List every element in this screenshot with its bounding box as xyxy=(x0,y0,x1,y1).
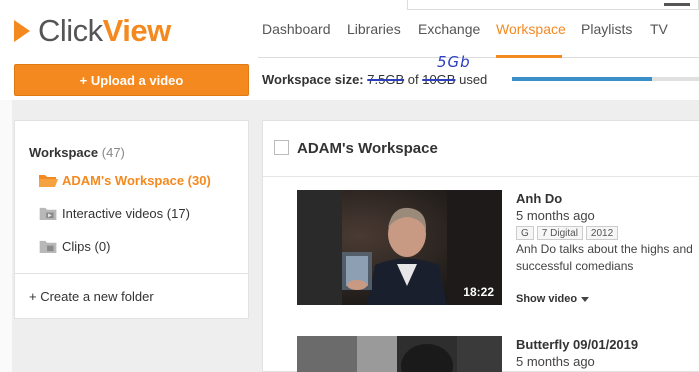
nav-exchange[interactable]: Exchange xyxy=(418,21,480,37)
sidebar-item-clips[interactable]: Clips (0) xyxy=(39,239,110,254)
workspace-size-total: 10GB xyxy=(422,72,456,87)
video-age: 5 months ago xyxy=(516,354,595,369)
create-folder-link[interactable]: + Create a new folder xyxy=(29,289,154,304)
video-description: Anh Do talks about the highs and success… xyxy=(516,242,693,273)
folder-open-icon xyxy=(39,175,58,187)
video-title[interactable]: Butterfly 09/01/2019 xyxy=(516,337,638,352)
workspace-size-used: 7.5GB xyxy=(367,72,405,87)
sidebar-count: (47) xyxy=(101,145,125,160)
tag-distributor: 7 Digital xyxy=(536,226,583,240)
workspace-size-of: of xyxy=(407,72,419,87)
logo-text-view: View xyxy=(102,13,172,48)
workspace-title: ADAM's Workspace xyxy=(297,140,438,157)
nav-dashboard[interactable]: Dashboard xyxy=(262,21,331,37)
workspace-size-label: Workspace size: xyxy=(262,72,364,87)
sidebar-title: Workspace (47) xyxy=(29,145,125,160)
show-video-toggle[interactable]: Show video xyxy=(516,293,590,305)
logo-play-icon xyxy=(14,20,30,42)
header-divider xyxy=(258,57,699,58)
nav-tv[interactable]: TV xyxy=(650,21,668,37)
nav-playlists[interactable]: Playlists xyxy=(581,21,632,37)
nav-libraries[interactable]: Libraries xyxy=(347,21,401,37)
select-all-checkbox[interactable] xyxy=(274,140,289,155)
sidebar-item-label: Clips (0) xyxy=(62,239,111,254)
workspace-size-text: Workspace size: 7.5GB of 10GB used xyxy=(262,72,487,87)
logo-text-click: Click xyxy=(38,13,103,48)
header: ClickView Dashboard Libraries Exchange W… xyxy=(0,0,699,60)
tag-rating: G xyxy=(516,226,534,240)
folder-clips-icon xyxy=(39,240,57,253)
sidebar-item-interactive-videos[interactable]: Interactive videos (17) xyxy=(39,206,190,221)
workspace-sidebar: Workspace (47) ADAM's Workspace (30) Int… xyxy=(14,120,249,319)
clickview-logo[interactable]: ClickView xyxy=(14,13,171,49)
nav-active-indicator xyxy=(496,55,562,58)
video-thumbnail-image xyxy=(297,336,502,372)
handwritten-annotation: 5Gb xyxy=(437,53,471,71)
video-age: 5 months ago xyxy=(516,208,595,223)
video-tags: G 7 Digital 2012 xyxy=(516,226,619,240)
tag-year: 2012 xyxy=(585,226,619,240)
workspace-content: ADAM's Workspace 18:22 Anh Do 5 months a… xyxy=(262,120,699,372)
chevron-down-icon xyxy=(581,296,590,302)
upload-video-button[interactable]: + Upload a video xyxy=(14,64,249,96)
video-title[interactable]: Anh Do xyxy=(516,191,562,206)
sidebar-item-label: Interactive videos (17) xyxy=(62,206,190,221)
video-thumbnail[interactable]: 18:22 xyxy=(297,190,502,305)
sidebar-item-label: ADAM's Workspace (30) xyxy=(62,173,211,188)
workspace-usage-fill xyxy=(512,77,653,81)
video-duration: 18:22 xyxy=(463,285,494,299)
video-thumbnail[interactable] xyxy=(297,336,502,372)
folder-interactive-icon xyxy=(39,207,57,220)
sidebar-item-adams-workspace[interactable]: ADAM's Workspace (30) xyxy=(39,173,211,188)
workspace-size-suffix: used xyxy=(459,72,488,87)
top-search-box[interactable] xyxy=(407,0,699,10)
workspace-usage-bar xyxy=(512,77,699,81)
nav-workspace[interactable]: Workspace xyxy=(496,21,566,37)
